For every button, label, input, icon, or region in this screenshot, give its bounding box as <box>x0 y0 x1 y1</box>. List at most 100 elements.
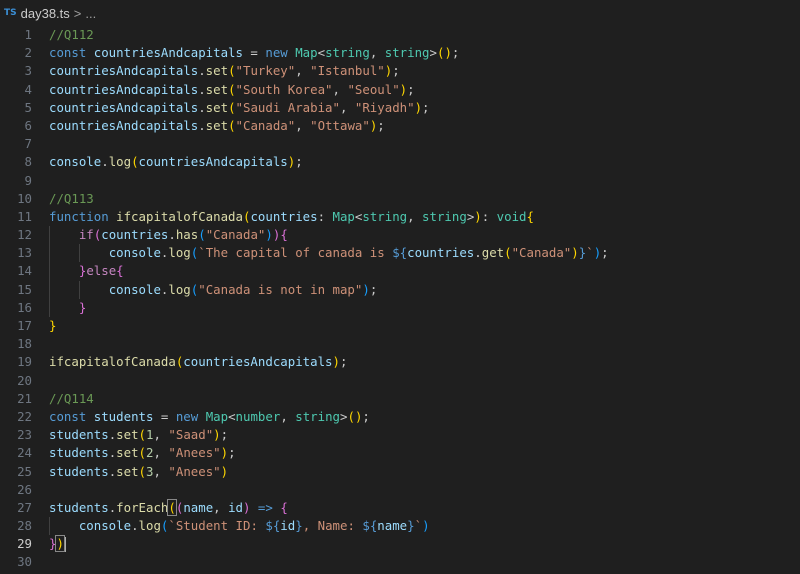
code-line[interactable]: 22 const students = new Map<number, strin… <box>0 408 800 426</box>
code-text: countriesAndcapitals.set("Turkey", "Ista… <box>32 62 400 80</box>
line-number: 11 <box>17 208 32 224</box>
code-token: function <box>49 208 117 224</box>
code-line[interactable]: 15 console.log("Canada is not in map"); <box>0 280 800 299</box>
code-line[interactable]: 28 console.log(`Student ID: ${id}, Name:… <box>0 517 800 536</box>
code-token: } <box>295 518 303 534</box>
code-token: "Canada" <box>235 117 296 133</box>
breadcrumb-trail[interactable]: ... <box>85 6 96 21</box>
code-token: ( <box>138 427 147 443</box>
code-line[interactable]: 29}) <box>0 535 800 553</box>
code-line[interactable]: 9 <box>0 172 800 190</box>
code-line[interactable]: 1 //Q112 <box>0 26 800 44</box>
code-line[interactable]: 27 students.forEach((name, id) => { <box>0 498 800 517</box>
code-line[interactable]: 11 function ifcapitalofCanada(countries: … <box>0 208 800 226</box>
code-text: students.set(1, "Saad"); <box>32 426 228 444</box>
code-token: forEach <box>116 499 169 515</box>
code-token: ; <box>362 408 370 424</box>
code-token: countries <box>407 245 475 261</box>
code-text: const students = new Map<number, string>… <box>32 408 370 426</box>
line-number: 17 <box>17 318 32 333</box>
code-token: ) <box>265 227 273 243</box>
code-line[interactable]: 24 students.set(2, "Anees"); <box>0 444 800 462</box>
code-token: ) <box>444 45 452 61</box>
code-line[interactable]: 12 if(countries.has("Canada")){ <box>0 226 800 245</box>
code-token: students <box>49 445 109 461</box>
line-number: 23 <box>17 427 32 443</box>
code-line[interactable]: 3 countriesAndcapitals.set("Turkey", "Ist… <box>0 62 800 80</box>
code-token: , <box>369 45 385 61</box>
code-token: ; <box>601 245 609 261</box>
code-token: countriesAndcapitals <box>93 45 243 61</box>
code-line[interactable]: 6 countriesAndcapitals.set("Canada", "Ott… <box>0 117 800 135</box>
code-token: ( <box>131 154 139 170</box>
code-line[interactable]: 30 <box>0 553 800 571</box>
line-number: 10 <box>17 190 32 206</box>
code-line[interactable]: 26 <box>0 481 800 499</box>
code-token: string <box>295 408 340 424</box>
code-text: console.log("Canada is not in map"); <box>32 280 377 299</box>
code-token: ) <box>220 463 229 479</box>
code-token: ` <box>414 518 423 534</box>
indent-guide <box>49 244 50 263</box>
code-token: ( <box>138 445 147 461</box>
code-token: ` <box>586 245 594 261</box>
code-line[interactable]: 14 }else{ <box>0 262 800 281</box>
line-number: 4 <box>24 81 32 97</box>
code-token: log <box>168 281 191 297</box>
code-line[interactable]: 18 <box>0 335 800 353</box>
code-token: countries <box>250 208 318 224</box>
line-number: 27 <box>17 499 32 515</box>
code-line[interactable]: 13 console. log (`The capital of canada is… <box>0 244 800 263</box>
code-token: . <box>198 117 206 133</box>
code-line[interactable]: 7 <box>0 135 800 153</box>
code-line[interactable]: 20 <box>0 372 800 390</box>
code-token: set <box>116 427 139 443</box>
line-number: 24 <box>17 445 32 461</box>
code-token: countriesAndcapitals <box>49 117 199 133</box>
code-token: Map <box>295 45 318 61</box>
code-token: ) <box>414 99 423 115</box>
line-number: 9 <box>24 172 32 188</box>
code-line[interactable]: 21 //Q114 <box>0 390 800 408</box>
code-token: < <box>317 45 326 61</box>
code-token: = <box>242 45 266 61</box>
line-number: 21 <box>17 390 32 406</box>
line-number: 2 <box>24 45 32 61</box>
code-line[interactable]: 5 countriesAndcapitals.set("Saudi Arabia"… <box>0 99 800 117</box>
code-line[interactable]: 16 } <box>0 298 800 317</box>
code-line[interactable]: 19 ifcapitalofCanada(countriesAndcapitals… <box>0 353 800 371</box>
code-line[interactable]: 4 countriesAndcapitals.set("South Korea",… <box>0 81 800 99</box>
code-line[interactable]: 2 const countriesAndcapitals = new Map<st… <box>0 44 800 62</box>
code-text: console. log (`The capital of canada is ${… <box>32 244 609 263</box>
code-text: }else{ <box>32 262 124 281</box>
code-token: ( <box>228 99 236 115</box>
code-token: "Istanbul" <box>310 63 385 79</box>
code-token: . <box>198 81 206 97</box>
code-token: "Canada is not in map" <box>198 281 363 297</box>
code-token: , <box>153 463 169 479</box>
code-line[interactable]: 10 //Q113 <box>0 190 800 208</box>
code-line[interactable]: 25 students.set(3, "Anees") <box>0 463 800 481</box>
code-token: , Name: <box>302 518 363 534</box>
code-token: ( <box>347 408 355 424</box>
code-token: "Riyadh" <box>354 99 415 115</box>
code-token: set <box>205 63 229 79</box>
code-token: id <box>228 499 243 515</box>
code-text: students.set(3, "Anees") <box>32 463 228 481</box>
code-editor[interactable]: 1//Q112 2 const countriesAndcapitals = new… <box>0 26 800 572</box>
code-line[interactable]: 23 students.set(1, "Saad"); <box>0 426 800 444</box>
code-text: ifcapitalofCanada(countriesAndcapitals); <box>32 353 347 371</box>
code-token: = <box>153 408 176 424</box>
code-token: countriesAndcapitals <box>49 63 199 79</box>
code-token: set <box>205 81 229 97</box>
code-line[interactable]: 8 console.log(countriesAndcapitals); <box>0 153 800 171</box>
code-token: ( <box>228 81 236 97</box>
code-token: console <box>78 518 132 534</box>
text-cursor <box>63 537 66 553</box>
code-line[interactable]: 17} <box>0 317 800 335</box>
breadcrumb-file-name[interactable]: day38.ts <box>21 6 70 21</box>
code-token: : <box>317 208 333 224</box>
code-token: , <box>339 99 355 115</box>
